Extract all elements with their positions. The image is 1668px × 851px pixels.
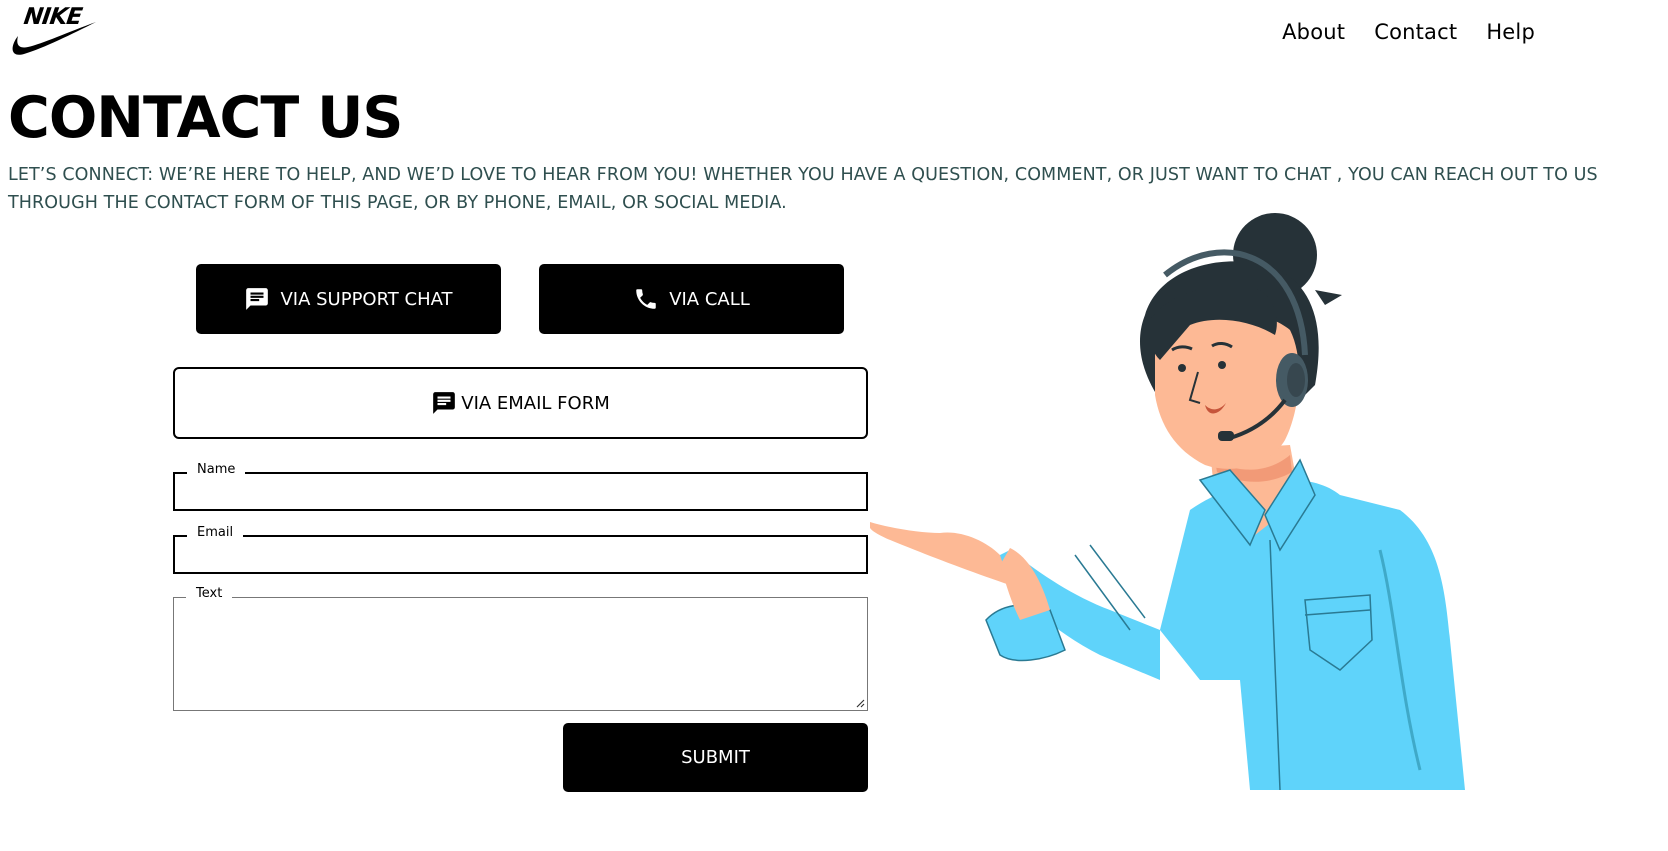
submit-label: SUBMIT [681,747,750,768]
email-label: Email [187,524,244,542]
submit-button[interactable]: SUBMIT [563,723,868,792]
nav-contact-link[interactable]: Contact [1374,20,1457,44]
text-field: Text [173,585,868,711]
email-form-button[interactable]: VIA EMAIL FORM [173,367,868,439]
support-agent-illustration [870,213,1465,791]
support-chat-label: VIA SUPPORT CHAT [280,288,453,310]
name-field: Name [173,461,868,511]
text-label: Text [186,585,233,603]
name-label: Name [187,461,246,479]
email-field: Email [173,524,868,574]
page-title: CONTACT US [8,85,403,151]
nav-about-link[interactable]: About [1282,20,1345,44]
nav-help-link[interactable]: Help [1486,20,1535,44]
top-nav: About Contact Help [1282,20,1535,44]
call-button[interactable]: VIA CALL [539,264,844,334]
chat-bubble-icon [244,286,270,312]
email-input[interactable] [175,537,866,572]
name-input[interactable] [175,474,866,509]
support-chat-button[interactable]: VIA SUPPORT CHAT [196,264,501,334]
nike-logo[interactable]: NIKE [8,4,98,56]
call-label: VIA CALL [669,288,750,310]
chat-bubble-icon [431,390,457,416]
email-form-label: VIA EMAIL FORM [461,392,610,414]
phone-icon [633,286,659,312]
intro-text: LET’S CONNECT: WE’RE HERE TO HELP, AND W… [8,165,1598,213]
text-input[interactable] [174,598,867,710]
swoosh-icon [12,22,96,55]
